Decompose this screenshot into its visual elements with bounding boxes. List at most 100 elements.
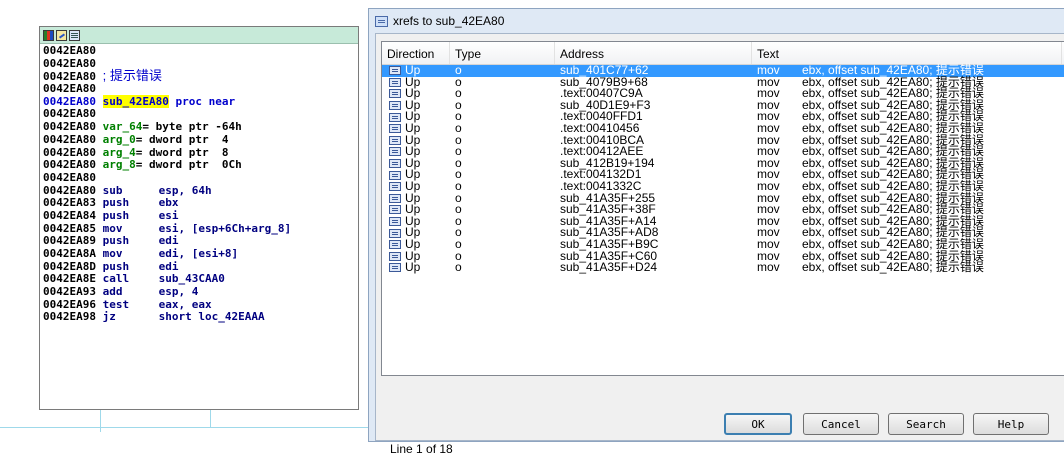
xref-type: o (455, 213, 462, 228)
code-address: 0042EA80 (43, 94, 96, 108)
xref-text: ebx, offset sub_42EA80; 提示错误 (802, 260, 984, 275)
xref-type: o (455, 155, 462, 170)
dialog-title-bar[interactable]: xrefs to sub_42EA80 (369, 9, 1064, 33)
xref-icon (389, 101, 401, 111)
xref-type: o (455, 178, 462, 193)
variable-definition: = dword ptr 8 (135, 145, 229, 159)
xref-type: o (455, 132, 462, 147)
xrefs-rows: Up o sub_401C77+62 mov ebx, offset sub_42EA8… (382, 63, 1064, 275)
xref-icon (389, 240, 401, 250)
code-address: 0042EA80 (43, 170, 96, 184)
cancel-button[interactable]: Cancel (803, 413, 879, 435)
xrefs-list[interactable]: Direction Type Address Text Up o sub_401C7… (381, 41, 1064, 376)
code-address: 0042EA80 (43, 132, 96, 146)
xref-row[interactable]: Up o sub_41A35F+D24 mov ebx, offset sub_42EA… (382, 260, 1064, 275)
column-header-address[interactable]: Address (555, 42, 752, 64)
stack-variable: arg_4 (102, 145, 136, 159)
disassembly-node[interactable]: 0042EA80 0042EA80 0042EA80 ; 提示错误 0042EA80 0… (39, 26, 359, 410)
variable-definition: = dword ptr 4 (135, 132, 229, 146)
xrefs-window-icon (375, 15, 388, 27)
code-address: 0042EA93 (43, 285, 96, 299)
stack-variable: arg_0 (102, 132, 136, 146)
code-address: 0042EA84 (43, 208, 96, 222)
instruction-mnemonic: mov (102, 247, 123, 260)
xref-type: o (455, 202, 462, 217)
xref-type: o (455, 190, 462, 205)
xref-type: o (455, 63, 462, 77)
code-address: 0042EA80 (43, 158, 96, 172)
instruction-operands: esi (158, 208, 179, 222)
xref-type: o (455, 248, 462, 263)
xref-type: o (455, 109, 462, 124)
status-line: Line 1 of 18 (390, 442, 453, 456)
graph-edge (210, 410, 211, 428)
code-line[interactable]: 0042EA98 jz short loc_42EAAA (43, 311, 358, 324)
function-name: sub_42EA80 (102, 94, 169, 108)
xref-icon (389, 170, 401, 180)
graph-edge (100, 410, 101, 432)
instruction-operands: edi (158, 234, 179, 248)
instruction-operands: ebx (158, 196, 179, 210)
help-button[interactable]: Help (973, 413, 1049, 435)
xref-icon (389, 77, 401, 87)
instruction-mnemonic: jz (102, 310, 116, 324)
code-address: 0042EA8E (43, 272, 96, 286)
xref-icon (389, 112, 401, 122)
instruction-mnemonic: push (102, 208, 130, 222)
code-address: 0042EA80 (43, 120, 96, 134)
xrefs-dialog: xrefs to sub_42EA80 Direction Type Addre… (368, 8, 1064, 456)
code-address: 0042EA80 (43, 183, 96, 197)
xref-icon (389, 66, 401, 76)
xref-type: o (455, 260, 462, 275)
graph-edge (0, 427, 368, 428)
instruction-operands: edi, [esi+8] (158, 247, 239, 260)
code-comment: ; 提示错误 (102, 68, 162, 84)
xref-icon (389, 182, 401, 192)
instruction-operands: eax, eax (158, 297, 212, 311)
xref-icon (389, 251, 401, 261)
xref-mnemonic: mov (757, 260, 780, 275)
xref-type: o (455, 225, 462, 240)
node-title-bar (40, 27, 358, 44)
xref-icon (389, 89, 401, 99)
code-address: 0042EA80 (43, 107, 96, 121)
ok-button[interactable]: OK (724, 413, 792, 435)
stack-variable: var_64 (102, 120, 143, 134)
variable-definition: = dword ptr 0Ch (135, 158, 242, 172)
xref-address: sub_41A35F+D24 (560, 260, 658, 275)
xref-direction: Up (405, 260, 421, 275)
xref-icon (389, 135, 401, 145)
xref-icon (389, 147, 401, 157)
column-header-type[interactable]: Type (450, 42, 555, 64)
code-address: 0042EA85 (43, 221, 96, 235)
code-address: 0042EA80 (43, 145, 96, 159)
color-node-icon[interactable] (43, 29, 54, 41)
code-address: 0042EA8A (43, 247, 96, 260)
instruction-operands: esi, [esp+6Ch+arg_8] (158, 221, 292, 235)
code-address: 0042EA80 (43, 44, 96, 57)
xref-type: o (455, 97, 462, 112)
xref-type: o (455, 86, 462, 101)
xref-icon (389, 159, 401, 169)
xref-icon (389, 193, 401, 203)
column-header-direction[interactable]: Direction (382, 42, 450, 64)
code-line[interactable]: 0042EA80 (43, 57, 358, 71)
xref-text-cell: mov ebx, offset sub_42EA80; 提示错误 (752, 260, 1062, 275)
xref-icon (389, 217, 401, 227)
instruction-operands: edi (158, 259, 179, 273)
xref-icon (389, 228, 401, 238)
dialog-title: xrefs to sub_42EA80 (393, 14, 505, 28)
xref-type: o (455, 120, 462, 135)
disassembly-listing: 0042EA80 0042EA80 0042EA80 ; 提示错误 0042EA80 0… (40, 44, 358, 324)
instruction-mnemonic: add (102, 285, 123, 299)
instruction-operands: esp, 4 (158, 285, 199, 299)
stack-variable: arg_8 (102, 158, 136, 172)
instruction-operands: esp, 64h (158, 183, 212, 197)
instruction-operands: sub_43CAA0 (158, 272, 225, 286)
xref-direction-cell: Up (382, 260, 450, 275)
rename-node-icon[interactable] (56, 29, 67, 41)
xref-icon (389, 205, 401, 215)
search-button[interactable]: Search (888, 413, 964, 435)
column-header-text[interactable]: Text (752, 42, 1062, 64)
group-node-icon[interactable] (69, 29, 80, 41)
